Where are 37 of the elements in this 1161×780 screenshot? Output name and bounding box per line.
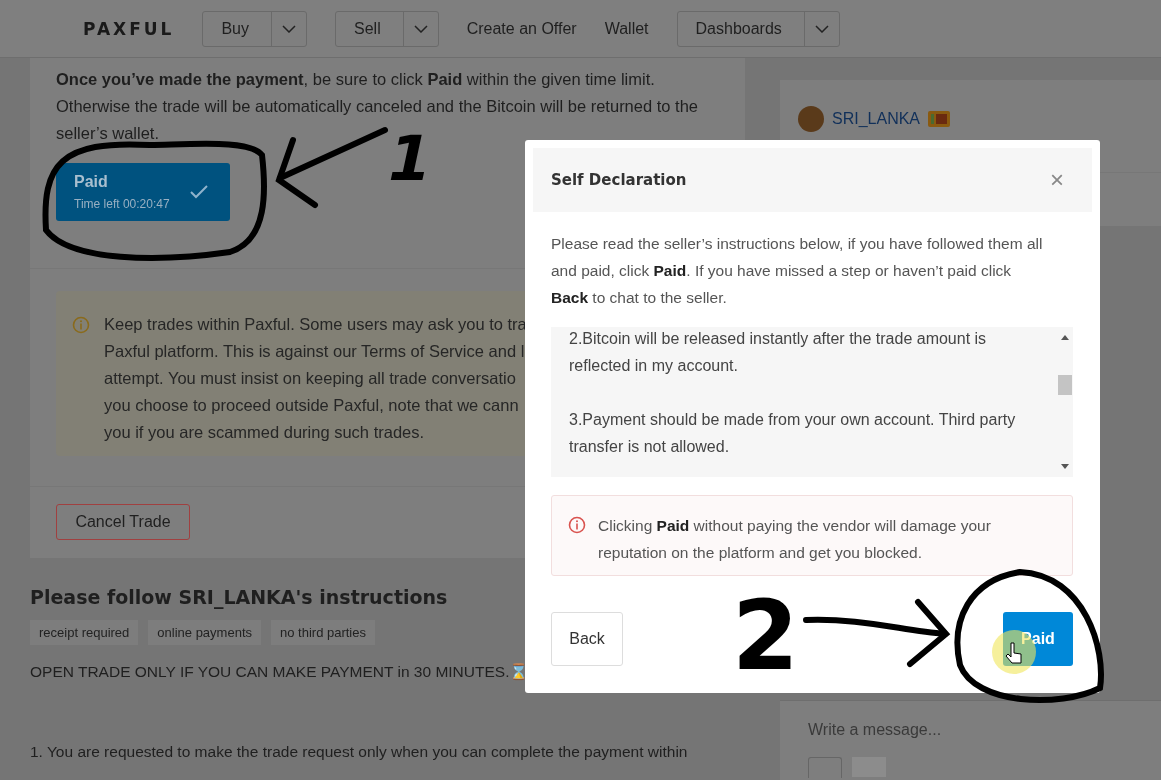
chevron-down-icon [282, 24, 296, 33]
warning-text: Clicking Paid without paying the vendor will damage your reputation on the platform and get you blocked. [598, 516, 992, 559]
scroll-down-icon [1061, 464, 1069, 469]
flag-icon [928, 111, 951, 127]
info-icon [72, 316, 90, 334]
handwritten-number: 2 [732, 588, 799, 684]
cancel-trade-button[interactable]: Cancel Trade [56, 504, 190, 540]
tag: receipt required [30, 620, 139, 645]
tag: online payments [148, 620, 261, 645]
avatar [798, 106, 824, 132]
scrollbar-thumb[interactable] [1058, 375, 1072, 395]
back-button[interactable]: Back [551, 612, 623, 666]
notice-text: you choose to proceed outside Paxful, note that we cann [104, 395, 520, 416]
nav-link[interactable]: Wallet [604, 19, 649, 38]
dialog-instruction-text: Please read the seller’s instructions below, if you have followed them all and paid, click Paid. If you have missed a step or haven’t paid click Back to chat to the seller. [551, 234, 1044, 308]
notice-text: you if you are scammed during such trades. [104, 422, 426, 443]
dialog-title: Self Declaration [551, 171, 687, 189]
instruction-text: 1. You are requested to make the trade request only when you can complete the payment within [30, 743, 688, 761]
tag: no third parties [271, 620, 375, 645]
username-link[interactable]: SRI_LANKA [832, 110, 921, 128]
instruction-text: OPEN TRADE ONLY IF YOU CAN MAKE PAYMENT in 30 MINUTES.⌛ [30, 663, 529, 681]
alert-icon [568, 516, 586, 534]
notice-text: Paxful platform. This is against our Terms of Service and l [104, 341, 526, 362]
chevron-down-icon [413, 24, 428, 33]
close-button[interactable]: × [1050, 166, 1064, 194]
paxful-logo[interactable]: PAXFUL [83, 18, 175, 39]
message-input[interactable]: Write a message... [808, 721, 1108, 739]
nav-link[interactable]: Create an Offer [466, 19, 577, 38]
notice-text: attempt. You must insist on keeping all trade conversatio [104, 368, 517, 389]
paid-button[interactable]: Paid Time left 00:20:47 [56, 163, 230, 221]
attach-button[interactable] [808, 757, 842, 778]
instructions-heading: Please follow SRI_LANKA's instructions [30, 586, 449, 608]
seller-instruction-text: 3.Payment should be made from your own account. Third party transfer is not allowed. [569, 410, 1017, 457]
chevron-down-icon [814, 24, 829, 33]
seller-instruction-text: 2.Bitcoin will be released instantly after the trade amount is reflected in my account. [569, 329, 988, 376]
scroll-up-icon [1061, 335, 1069, 340]
notice-text: Keep trades within Paxful. Some users may ask you to tra [104, 314, 527, 335]
